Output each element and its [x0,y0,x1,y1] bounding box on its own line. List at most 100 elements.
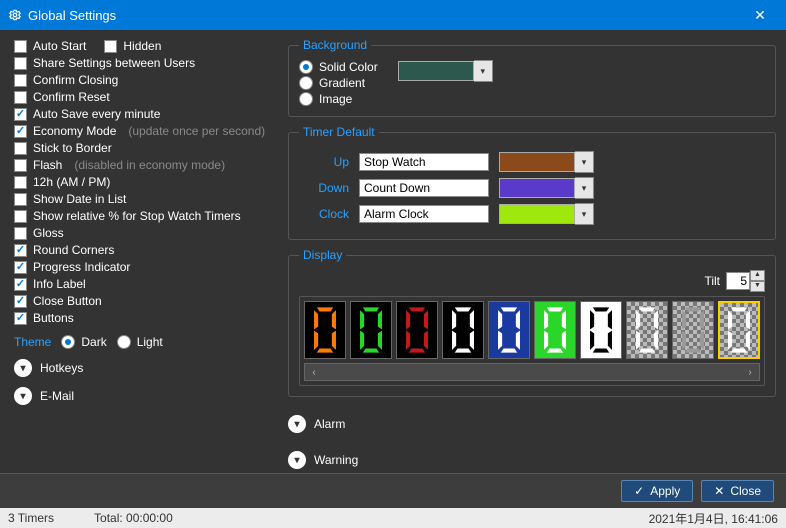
option-label: Show relative % for Stop Watch Timers [33,208,241,225]
option-label: Auto Start [33,38,86,55]
display-legend: Display [299,248,346,262]
scroll-right-icon[interactable]: › [741,367,759,378]
option-label: Hidden [123,38,161,55]
chevron-down-icon: ▾ [14,359,32,377]
window-close-button[interactable]: ✕ [742,7,778,24]
tilt-label: Tilt [704,274,720,288]
timer-default-input[interactable] [359,179,489,197]
timer-default-color[interactable]: ▾ [499,177,594,199]
radio-icon [299,92,313,106]
bg-solid-color[interactable]: Solid Color [299,60,378,74]
timer-default-row: Clock▾ [299,203,765,225]
option-label: 12h (AM / PM) [33,174,110,191]
checkbox[interactable] [14,312,27,325]
color-swatch [499,204,575,224]
digit-style-tile[interactable] [488,301,530,359]
checkbox[interactable] [104,40,117,53]
apply-button[interactable]: ✓Apply [621,480,693,502]
theme-light[interactable]: Light [117,335,163,349]
digit-style-tile[interactable] [304,301,346,359]
option-row: Gloss [14,225,278,242]
checkbox[interactable] [14,91,27,104]
digit-style-tile[interactable] [350,301,392,359]
option-label: Progress Indicator [33,259,130,276]
checkbox[interactable] [14,57,27,70]
radio-icon [299,76,313,90]
option-row: Economy Mode(update once per second) [14,123,278,140]
option-row: Share Settings between Users [14,55,278,72]
digit-style-tile[interactable] [718,301,760,359]
checkbox[interactable] [14,125,27,138]
color-swatch [499,152,575,172]
color-swatch [499,178,575,198]
close-button[interactable]: ✕Close [701,480,774,502]
timer-default-group: Timer Default Up▾Down▾Clock▾ [288,125,776,240]
scroll-left-icon[interactable]: ‹ [305,367,323,378]
h-scrollbar[interactable]: ‹ › [304,363,760,381]
section-warning[interactable]: ▾ Warning [288,451,776,469]
chevron-down-icon: ▾ [288,451,306,469]
left-column: Auto Start HiddenShare Settings between U… [14,38,278,469]
checkbox[interactable] [14,108,27,121]
option-row: Stick to Border [14,140,278,157]
timer-default-input[interactable] [359,205,489,223]
chevron-down-icon: ▾ [14,387,32,405]
radio-icon [299,60,313,74]
spin-up-icon[interactable]: ▲ [750,270,765,281]
digit-styles [304,301,760,359]
section-email[interactable]: ▾ E-Mail [14,387,278,405]
checkbox[interactable] [14,244,27,257]
chevron-down-icon: ▾ [575,203,594,225]
checkbox[interactable] [14,142,27,155]
bg-gradient[interactable]: Gradient [299,76,378,90]
digit-style-tile[interactable] [396,301,438,359]
timer-default-label: Up [299,155,349,169]
checkbox[interactable] [14,227,27,240]
checkbox[interactable] [14,176,27,189]
tilt-input[interactable] [726,272,750,290]
option-row: Show relative % for Stop Watch Timers [14,208,278,225]
checkbox[interactable] [14,261,27,274]
checkbox[interactable] [14,278,27,291]
checkbox[interactable] [14,74,27,87]
bg-image[interactable]: Image [299,92,378,106]
option-row: Flash(disabled in economy mode) [14,157,278,174]
option-row: Info Label [14,276,278,293]
spin-down-icon[interactable]: ▼ [750,281,765,292]
close-icon: ✕ [714,484,724,498]
status-bar: 3 Timers Total: 00:00:00 2021年1月4日, 16:4… [0,508,786,528]
bg-color-picker[interactable]: ▾ [398,60,493,82]
checkbox[interactable] [14,193,27,206]
timer-default-row: Down▾ [299,177,765,199]
window-title: Global Settings [28,8,116,23]
option-label: Share Settings between Users [33,55,195,72]
checkbox[interactable] [14,40,27,53]
checkbox[interactable] [14,210,27,223]
option-label: Confirm Closing [33,72,118,89]
timer-default-input[interactable] [359,153,489,171]
checkbox[interactable] [14,159,27,172]
theme-row: Theme Dark Light [14,335,278,349]
digit-style-tile[interactable] [626,301,668,359]
option-row: Confirm Closing [14,72,278,89]
right-column: Background Solid Color Gradient Image ▾ … [288,38,776,469]
option-row: Round Corners [14,242,278,259]
digit-style-tile[interactable] [580,301,622,359]
section-hotkeys[interactable]: ▾ Hotkeys [14,359,278,377]
digit-style-tile[interactable] [534,301,576,359]
tilt-spinner[interactable]: ▲▼ [726,270,765,292]
section-alarm[interactable]: ▾ Alarm [288,415,776,433]
background-legend: Background [299,38,371,52]
option-row: Confirm Reset [14,89,278,106]
timer-default-color[interactable]: ▾ [499,151,594,173]
gear-icon [8,8,22,22]
status-timers: 3 Timers [8,511,54,525]
dialog-footer: ✓Apply ✕Close [0,473,786,508]
option-label: Show Date in List [33,191,126,208]
timer-default-color[interactable]: ▾ [499,203,594,225]
digit-style-tile[interactable] [442,301,484,359]
checkbox[interactable] [14,295,27,308]
digit-style-tile[interactable] [672,301,714,359]
theme-dark[interactable]: Dark [61,335,106,349]
timer-default-row: Up ▾ [299,151,765,173]
